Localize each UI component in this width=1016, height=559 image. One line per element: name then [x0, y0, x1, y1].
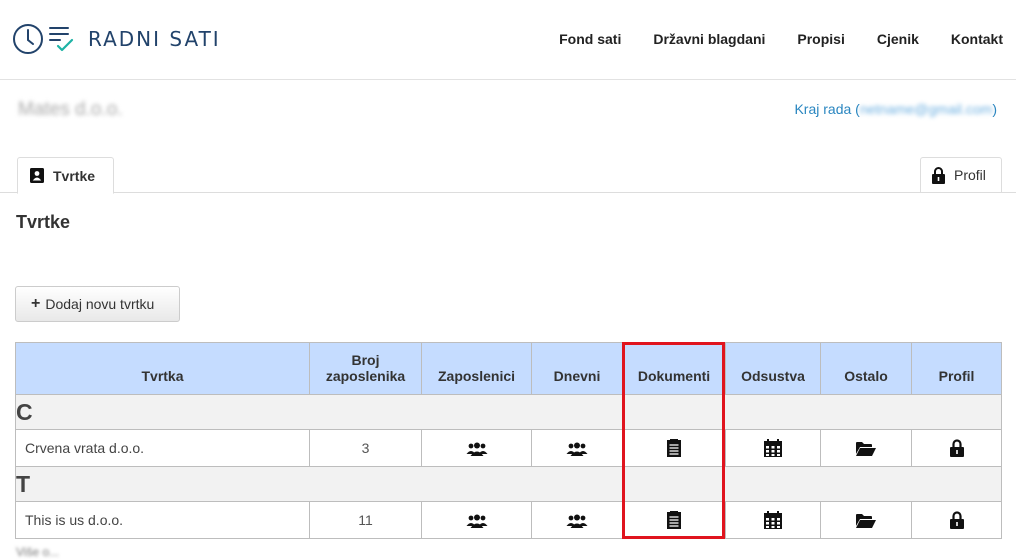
dokumenti-cell [622, 501, 726, 539]
company-name-cell: Crvena vrata d.o.o. [15, 429, 310, 467]
main-nav: Fond sati Državni blagdani Propisi Cjeni… [527, 31, 1003, 47]
table-row: This is us d.o.o. 11 [15, 501, 1002, 539]
col-header-zaposlenici: Zaposlenici [421, 342, 532, 395]
odsustva-cell [725, 501, 821, 539]
tab-profil[interactable]: Profil [920, 157, 1002, 193]
nav-cjenik[interactable]: Cjenik [877, 31, 919, 47]
users-icon[interactable] [566, 442, 588, 457]
zaposlenici-cell [421, 501, 532, 539]
companies-table: Tvrtka Broj zaposlenika Zaposlenici Dnev… [15, 342, 1002, 539]
tabs-divider [0, 192, 1016, 193]
contact-book-icon [30, 168, 44, 183]
nav-propisi[interactable]: Propisi [797, 31, 844, 47]
document-icon[interactable] [667, 439, 681, 458]
company-name-cell: This is us d.o.o. [15, 501, 310, 539]
table-header-row: Tvrtka Broj zaposlenika Zaposlenici Dnev… [15, 342, 1002, 395]
plus-icon: + [31, 295, 41, 312]
users-icon[interactable] [466, 442, 488, 457]
profil-cell [911, 501, 1002, 539]
add-company-label: Dodaj novu tvrtku [45, 296, 155, 312]
top-navbar: RADNI SATI Fond sati Državni blagdani Pr… [0, 0, 1016, 80]
users-icon[interactable] [466, 514, 488, 529]
tab-tvrtke[interactable]: Tvrtke [17, 157, 114, 194]
ostalo-cell [820, 429, 912, 467]
odsustva-cell [725, 429, 821, 467]
group-letter: T [15, 466, 1002, 502]
more-link[interactable]: Više o... [16, 545, 59, 559]
col-header-odsustva: Odsustva [725, 342, 821, 395]
employee-count-cell: 3 [309, 429, 422, 467]
logo-text: RADNI SATI [88, 27, 221, 51]
col-header-dokumenti: Dokumenti [622, 342, 726, 395]
checklist-icon [49, 27, 74, 52]
group-row: C [15, 394, 1002, 430]
col-header-dnevni: Dnevni [531, 342, 623, 395]
dnevni-cell [531, 501, 623, 539]
dnevni-cell [531, 429, 623, 467]
logout-suffix: ) [992, 101, 997, 117]
users-icon[interactable] [566, 514, 588, 529]
calendar-icon[interactable] [764, 511, 782, 530]
logo[interactable]: RADNI SATI [12, 22, 221, 56]
lock-icon[interactable] [949, 439, 964, 458]
lock-icon [932, 166, 945, 184]
col-header-profil: Profil [911, 342, 1002, 395]
employee-count-cell: 11 [309, 501, 422, 539]
ostalo-cell [820, 501, 912, 539]
tab-tvrtke-label: Tvrtke [53, 167, 96, 184]
company-name: Mates d.o.o. [18, 99, 123, 120]
folder-open-icon[interactable] [856, 441, 876, 457]
page-title: Tvrtke [16, 212, 71, 232]
col-header-broj-zaposlenika: Broj zaposlenika [309, 342, 422, 395]
col-header-ostalo: Ostalo [820, 342, 912, 395]
nav-fond-sati[interactable]: Fond sati [559, 31, 621, 47]
dokumenti-cell [622, 429, 726, 467]
group-row: T [15, 466, 1002, 502]
tab-profil-label: Profil [954, 167, 986, 183]
nav-drzavni-blagdani[interactable]: Državni blagdani [653, 31, 765, 47]
lock-icon[interactable] [949, 511, 964, 530]
calendar-icon[interactable] [764, 439, 782, 458]
clock-icon [13, 24, 43, 54]
document-icon[interactable] [667, 511, 681, 530]
logout-email: netname@gmail.com [859, 101, 993, 117]
group-letter: C [15, 394, 1002, 430]
profil-cell [911, 429, 1002, 467]
zaposlenici-cell [421, 429, 532, 467]
logout-link[interactable]: Kraj rada (netname@gmail.com) [794, 101, 997, 117]
logout-label: Kraj rada ( [794, 101, 860, 117]
table-row: Crvena vrata d.o.o. 3 [15, 429, 1002, 467]
add-company-button[interactable]: + Dodaj novu tvrtku [15, 286, 180, 322]
folder-open-icon[interactable] [856, 513, 876, 529]
nav-kontakt[interactable]: Kontakt [951, 31, 1003, 47]
col-header-tvrtka: Tvrtka [15, 342, 310, 395]
